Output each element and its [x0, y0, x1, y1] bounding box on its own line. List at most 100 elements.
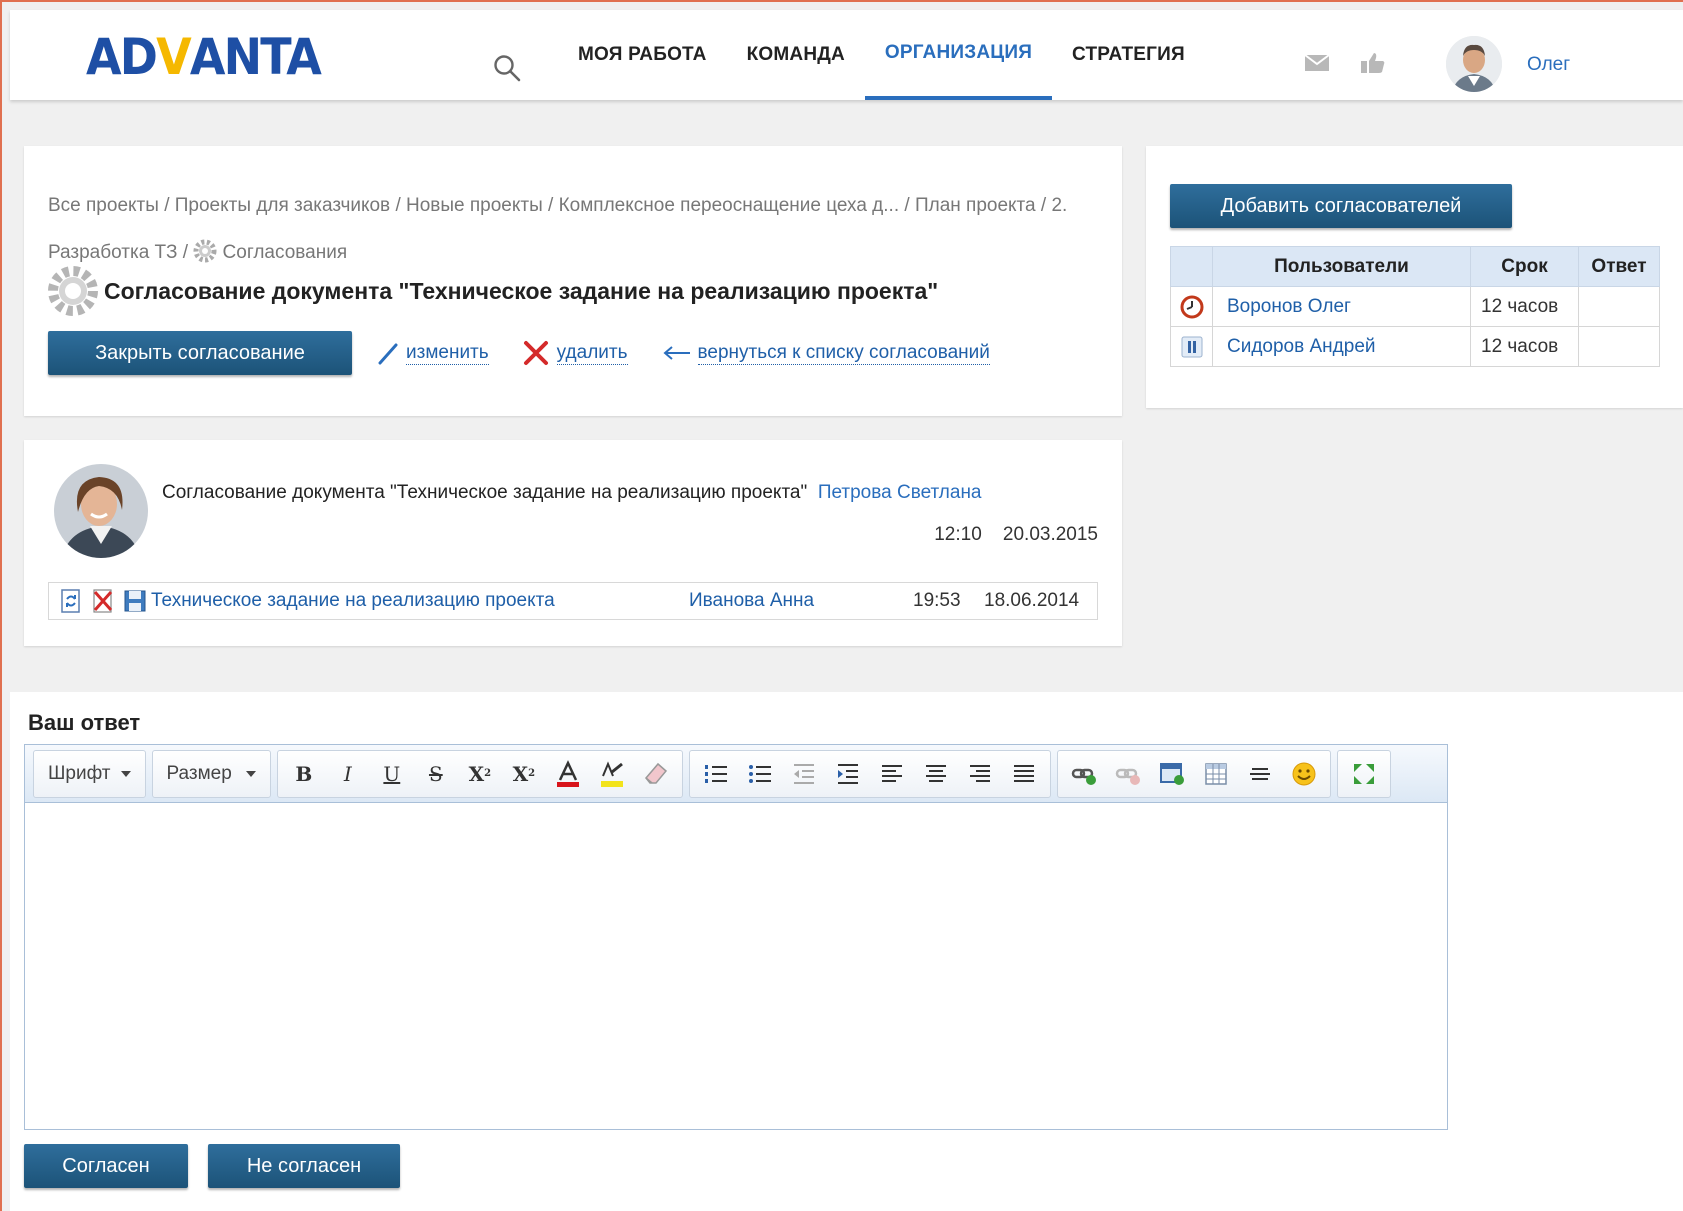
- table-icon[interactable]: [1194, 754, 1238, 794]
- underline-icon[interactable]: U: [370, 754, 414, 794]
- user-avatar[interactable]: [1446, 36, 1502, 92]
- approvers-panel: Добавить согласователей Пользователи Сро…: [1146, 146, 1683, 408]
- align-right-icon[interactable]: [958, 754, 1002, 794]
- eraser-icon[interactable]: [634, 754, 678, 794]
- italic-icon[interactable]: I: [326, 754, 370, 794]
- table-row: Сидоров Андрей 12 часов: [1170, 326, 1660, 367]
- numbered-list-icon[interactable]: [694, 754, 738, 794]
- bold-icon[interactable]: B: [282, 754, 326, 794]
- dropdown-arrow-icon: [120, 770, 131, 777]
- smiley-icon[interactable]: [1282, 754, 1326, 794]
- approver-name[interactable]: Воронов Олег: [1227, 296, 1351, 317]
- top-header: AD V ANTA МОЯ РАБОТА КОМАНДА ОРГАНИЗАЦИЯ С…: [10, 10, 1683, 100]
- message-time: 12:10: [934, 524, 982, 545]
- logo-text-v: V: [156, 28, 192, 86]
- user-name[interactable]: Олег: [1527, 54, 1570, 76]
- breadcrumb-item[interactable]: Комплексное переоснащение цеха д...: [559, 195, 900, 216]
- size-combo-group: Размер: [151, 749, 271, 798]
- message-date: 20.03.2015: [1002, 524, 1098, 545]
- status-cell: [1170, 286, 1213, 327]
- paragraph-group: [688, 749, 1051, 798]
- disagree-button[interactable]: Не согласен: [208, 1144, 400, 1188]
- add-approvers-button[interactable]: Добавить согласователей: [1170, 184, 1512, 228]
- breadcrumb-item[interactable]: Проекты для заказчиков: [175, 195, 390, 216]
- image-icon[interactable]: [1150, 754, 1194, 794]
- link-icon[interactable]: [1062, 754, 1106, 794]
- edit-link[interactable]: изменить: [406, 342, 489, 365]
- unlink-icon[interactable]: [1106, 754, 1150, 794]
- attachment-row: Техническое задание на реализацию проект…: [48, 582, 1098, 620]
- view-group: [1336, 749, 1391, 798]
- advanta-logo[interactable]: AD V ANTA: [86, 28, 322, 86]
- table-row: Воронов Олег 12 часов: [1170, 286, 1660, 327]
- answer-title: Ваш ответ: [28, 710, 141, 735]
- attachment-date: 18.06.2014: [984, 590, 1080, 611]
- approval-title-row: Согласование документа "Техническое зада…: [48, 266, 938, 316]
- delete-file-icon[interactable]: [91, 589, 115, 613]
- approval-actions: Закрыть согласование изменить удалить ве…: [48, 331, 990, 375]
- font-combo-group: Шрифт: [33, 749, 146, 798]
- approver-term: 12 часов: [1470, 286, 1579, 327]
- nav-organization[interactable]: ОРГАНИЗАЦИЯ: [864, 10, 1053, 100]
- thumbs-up-icon[interactable]: [1360, 52, 1386, 74]
- indent-icon[interactable]: [826, 754, 870, 794]
- column-header-users[interactable]: Пользователи: [1212, 246, 1471, 287]
- highlight-color-icon[interactable]: [590, 754, 634, 794]
- column-header-term[interactable]: Срок: [1470, 246, 1579, 287]
- approver-answer: [1578, 286, 1660, 327]
- breadcrumb-item[interactable]: План проекта: [915, 195, 1036, 216]
- message-text: Согласование документа "Техническое зада…: [162, 482, 808, 503]
- approvers-table: Пользователи Срок Ответ Воронов Олег 12 …: [1170, 246, 1660, 367]
- editor-content-area[interactable]: [25, 803, 1447, 1129]
- maximize-icon[interactable]: [1342, 754, 1386, 794]
- align-center-icon[interactable]: [914, 754, 958, 794]
- message-author[interactable]: Петрова Светлана: [818, 482, 982, 503]
- breadcrumb: Все проекты / Проекты для заказчиков / Н…: [48, 195, 1068, 263]
- rich-text-editor: Шрифт Размер B I U S X2 X2: [24, 744, 1448, 1130]
- delete-link[interactable]: удалить: [556, 342, 628, 365]
- approver-answer: [1578, 326, 1660, 367]
- search-icon[interactable]: [493, 54, 521, 82]
- message-text-line: Согласование документа "Техническое зада…: [162, 482, 982, 504]
- refresh-doc-icon[interactable]: [59, 589, 83, 613]
- horizontal-rule-icon[interactable]: [1238, 754, 1282, 794]
- gear-icon: [48, 266, 98, 316]
- approval-panel: Все проекты / Проекты для заказчиков / Н…: [24, 146, 1122, 416]
- attachment-author[interactable]: Иванова Анна: [689, 590, 814, 612]
- size-combo[interactable]: Размер: [157, 754, 266, 794]
- nav-my-work[interactable]: МОЯ РАБОТА: [558, 10, 727, 100]
- nav-strategy[interactable]: СТРАТЕГИЯ: [1052, 10, 1205, 100]
- bullet-list-icon[interactable]: [738, 754, 782, 794]
- author-avatar[interactable]: [54, 464, 148, 558]
- arrow-left-icon: [662, 346, 690, 360]
- superscript-icon[interactable]: X2: [502, 754, 546, 794]
- strikethrough-icon[interactable]: S: [414, 754, 458, 794]
- save-icon[interactable]: [123, 589, 147, 613]
- pause-icon: [1181, 336, 1202, 357]
- approver-term: 12 часов: [1470, 326, 1579, 367]
- breadcrumb-item[interactable]: Новые проекты: [406, 195, 543, 216]
- close-approval-button[interactable]: Закрыть согласование: [48, 331, 352, 375]
- size-combo-label: Размер: [166, 762, 232, 784]
- status-column-header: [1170, 246, 1213, 287]
- dropdown-arrow-icon: [245, 770, 256, 777]
- approver-name[interactable]: Сидоров Андрей: [1227, 336, 1376, 357]
- font-combo[interactable]: Шрифт: [38, 754, 141, 794]
- subscript-icon[interactable]: X2: [458, 754, 502, 794]
- mail-icon[interactable]: [1304, 52, 1330, 74]
- delete-x-icon: [523, 341, 548, 365]
- insert-group: [1056, 749, 1331, 798]
- table-header-row: Пользователи Срок Ответ: [1170, 246, 1660, 287]
- text-color-icon[interactable]: [546, 754, 590, 794]
- logo-text-right: ANTA: [189, 28, 322, 86]
- attachment-name[interactable]: Техническое задание на реализацию проект…: [151, 590, 555, 612]
- message-panel: Согласование документа "Техническое зада…: [24, 440, 1122, 646]
- agree-button[interactable]: Согласен: [24, 1144, 188, 1188]
- back-to-list-link[interactable]: вернуться к списку согласований: [697, 342, 990, 365]
- align-left-icon[interactable]: [870, 754, 914, 794]
- align-justify-icon[interactable]: [1002, 754, 1046, 794]
- outdent-icon[interactable]: [782, 754, 826, 794]
- breadcrumb-item[interactable]: Все проекты: [48, 195, 159, 216]
- column-header-answer[interactable]: Ответ: [1578, 246, 1660, 287]
- nav-team[interactable]: КОМАНДА: [727, 10, 865, 100]
